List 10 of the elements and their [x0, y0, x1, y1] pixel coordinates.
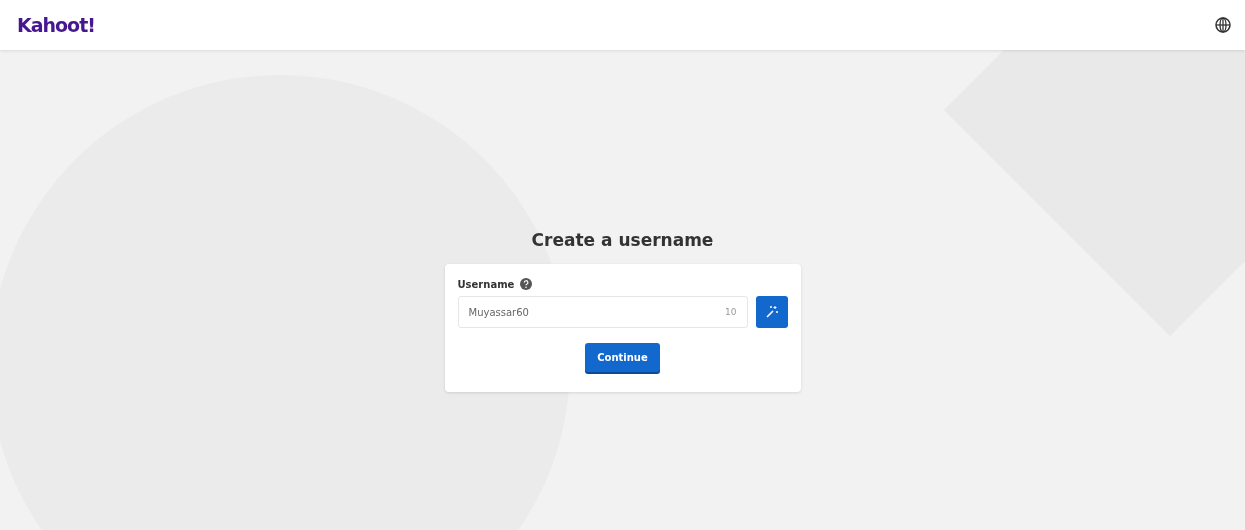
globe-icon[interactable]: [1215, 17, 1231, 33]
username-field[interactable]: Muyassar60 10: [457, 296, 748, 328]
continue-button[interactable]: Continue: [585, 343, 660, 372]
help-icon[interactable]: [520, 278, 533, 290]
logo[interactable]: Kahoot!: [17, 14, 95, 36]
character-counter: 10: [725, 307, 737, 317]
field-label: Username: [457, 278, 515, 290]
page-title: Create a username: [531, 230, 714, 250]
random-name-button[interactable]: [755, 296, 788, 328]
magic-wand-icon: [764, 305, 779, 319]
